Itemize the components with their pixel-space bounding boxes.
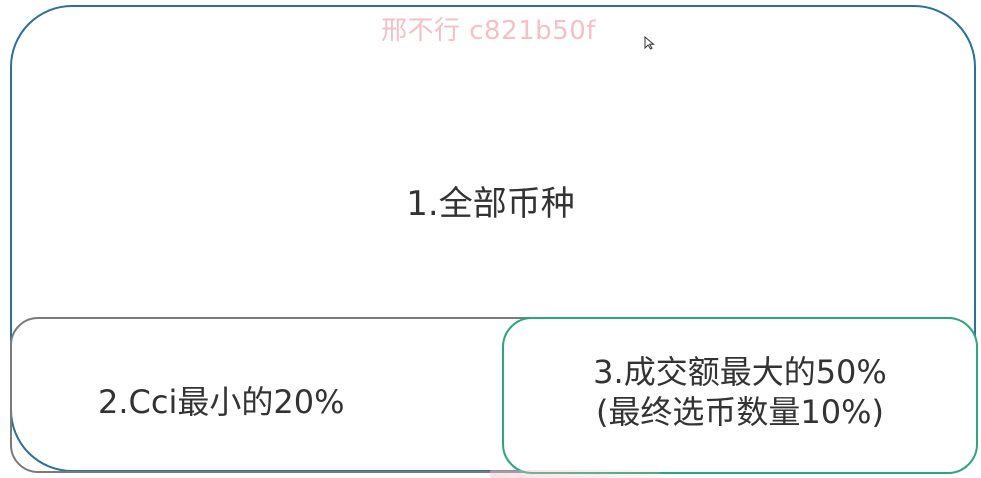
- cci-min-label: 2.Cci最小的20%: [98, 383, 345, 421]
- watermark-text: 邢不行 c821b50f: [381, 16, 596, 46]
- bottom-watermark-fragment: [490, 470, 660, 478]
- diagram-canvas: 邢不行 c821b50f 1.全部币种 2.Cci最小的20% 3.成交额最大的…: [0, 0, 981, 478]
- volume-max-label-line1: 3.成交额最大的50%: [593, 353, 887, 391]
- volume-max-label: 3.成交额最大的50% (最终选币数量10%): [504, 352, 976, 432]
- all-coins-label: 1.全部币种: [406, 184, 575, 224]
- volume-max-label-line2: (最终选币数量10%): [595, 393, 885, 431]
- mouse-pointer-icon: [644, 36, 655, 50]
